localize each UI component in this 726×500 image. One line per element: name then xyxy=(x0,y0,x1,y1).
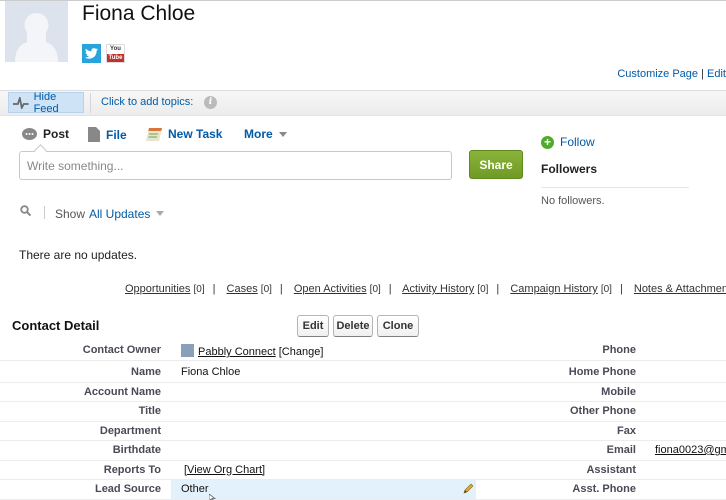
field-label: Lead Source xyxy=(94,483,161,495)
field-label: Other Phone xyxy=(569,405,636,417)
mouse-cursor-icon xyxy=(208,493,217,500)
feed-filter-dropdown[interactable]: All Updates xyxy=(89,207,150,221)
twitter-icon[interactable] xyxy=(82,44,101,63)
pencil-icon[interactable] xyxy=(463,483,474,497)
add-topics-link[interactable]: Click to add topics: xyxy=(101,96,193,108)
related-link-cases[interactable]: Cases xyxy=(227,283,258,295)
contact-detail-heading: Contact Detail xyxy=(12,318,100,333)
detail-row: Lead Source Other Asst. Phone xyxy=(0,480,726,500)
field-label: Fax xyxy=(617,424,636,437)
change-owner-link[interactable]: [Change] xyxy=(279,346,324,358)
field-label: Contact Owner xyxy=(82,344,161,356)
field-label: Phone xyxy=(602,344,636,356)
customize-page-link[interactable]: Customize Page xyxy=(617,68,698,80)
info-icon[interactable]: i xyxy=(204,96,217,109)
field-value: Pabbly Connect [Change] xyxy=(181,344,323,358)
field-label: Title xyxy=(138,405,161,417)
field-value: Fiona Chloe xyxy=(181,366,241,378)
detail-row: Contact Owner Pabbly Connect [Change] Ph… xyxy=(0,341,726,361)
field-label: Name xyxy=(131,366,161,378)
no-updates-message: There are no updates. xyxy=(19,248,138,262)
detail-row: Name Fiona Chloe Home Phone xyxy=(0,363,726,383)
related-link-open-activities[interactable]: Open Activities xyxy=(294,283,367,295)
follow-button[interactable]: + Follow xyxy=(541,135,595,149)
divider xyxy=(90,93,91,113)
field-label: Home Phone xyxy=(568,366,636,378)
plus-icon: + xyxy=(541,135,554,149)
publisher-tab-post[interactable]: Post xyxy=(22,127,69,141)
publisher-tab-file[interactable]: File xyxy=(88,127,127,142)
publisher-tab-more[interactable]: More xyxy=(244,127,287,141)
field-label: Assistant xyxy=(586,463,636,476)
user-icon xyxy=(181,344,194,357)
related-link-opportunities[interactable]: Opportunities xyxy=(125,283,190,295)
show-label: Show xyxy=(55,207,86,221)
contact-avatar[interactable] xyxy=(5,1,68,62)
chat-bubble-icon xyxy=(22,127,37,140)
edit-layout-link[interactable]: Edit xyxy=(707,68,726,80)
field-label: Email xyxy=(606,444,636,456)
detail-row: Department Fax xyxy=(0,422,726,441)
field-label: Reports To xyxy=(103,463,161,476)
search-icon[interactable] xyxy=(20,205,32,219)
field-label: Birthdate xyxy=(112,444,161,456)
related-link-campaign-history[interactable]: Campaign History xyxy=(510,283,597,295)
detail-row: Account Name Mobile xyxy=(0,383,726,402)
no-followers-message: No followers. xyxy=(541,195,605,207)
clone-button[interactable]: Clone xyxy=(377,315,419,337)
owner-link[interactable]: Pabbly Connect xyxy=(198,346,276,358)
contact-name-heading: Fiona Chloe xyxy=(82,2,196,25)
field-label: Department xyxy=(99,424,161,437)
top-border xyxy=(0,0,726,1)
related-link-activity-history[interactable]: Activity History xyxy=(402,283,474,295)
separator: | xyxy=(701,68,704,80)
person-silhouette-icon xyxy=(15,13,58,62)
hide-feed-label: Hide Feed xyxy=(33,90,59,115)
followers-heading: Followers xyxy=(541,162,598,176)
hide-feed-button[interactable]: Hide Feed xyxy=(8,90,84,115)
edit-button[interactable]: Edit xyxy=(297,315,329,337)
post-input[interactable]: Write something... xyxy=(19,151,452,180)
email-link[interactable]: fiona0023@gm xyxy=(655,444,726,456)
page-actions: Customize Page | Edit xyxy=(617,68,726,80)
file-icon xyxy=(88,127,100,142)
field-value: Other xyxy=(181,483,209,495)
publisher-tab-new-task[interactable]: New Task xyxy=(146,127,222,141)
divider xyxy=(541,187,689,188)
delete-button[interactable]: Delete xyxy=(333,315,373,337)
detail-row: Title Other Phone xyxy=(0,402,726,422)
pulse-icon xyxy=(13,96,29,109)
field-label: Asst. Phone xyxy=(572,483,636,495)
field-label: Account Name xyxy=(83,385,161,398)
caret-down-icon xyxy=(278,131,287,137)
task-icon xyxy=(146,127,162,141)
field-label: Mobile xyxy=(601,385,636,398)
related-list-links: Opportunities [0] | Cases [0] | Open Activ… xyxy=(125,283,726,295)
divider xyxy=(44,206,45,219)
view-org-chart-link[interactable]: [View Org Chart] xyxy=(184,464,265,476)
detail-row: Birthdate Email fiona0023@gm xyxy=(0,441,726,461)
detail-row: Reports To [View Org Chart] Assistant xyxy=(0,461,726,480)
share-button[interactable]: Share xyxy=(469,150,523,179)
caret-down-icon[interactable] xyxy=(156,211,164,216)
related-link-notes-attachments[interactable]: Notes & Attachments xyxy=(634,283,726,295)
youtube-icon[interactable]: You Tube xyxy=(106,44,125,63)
